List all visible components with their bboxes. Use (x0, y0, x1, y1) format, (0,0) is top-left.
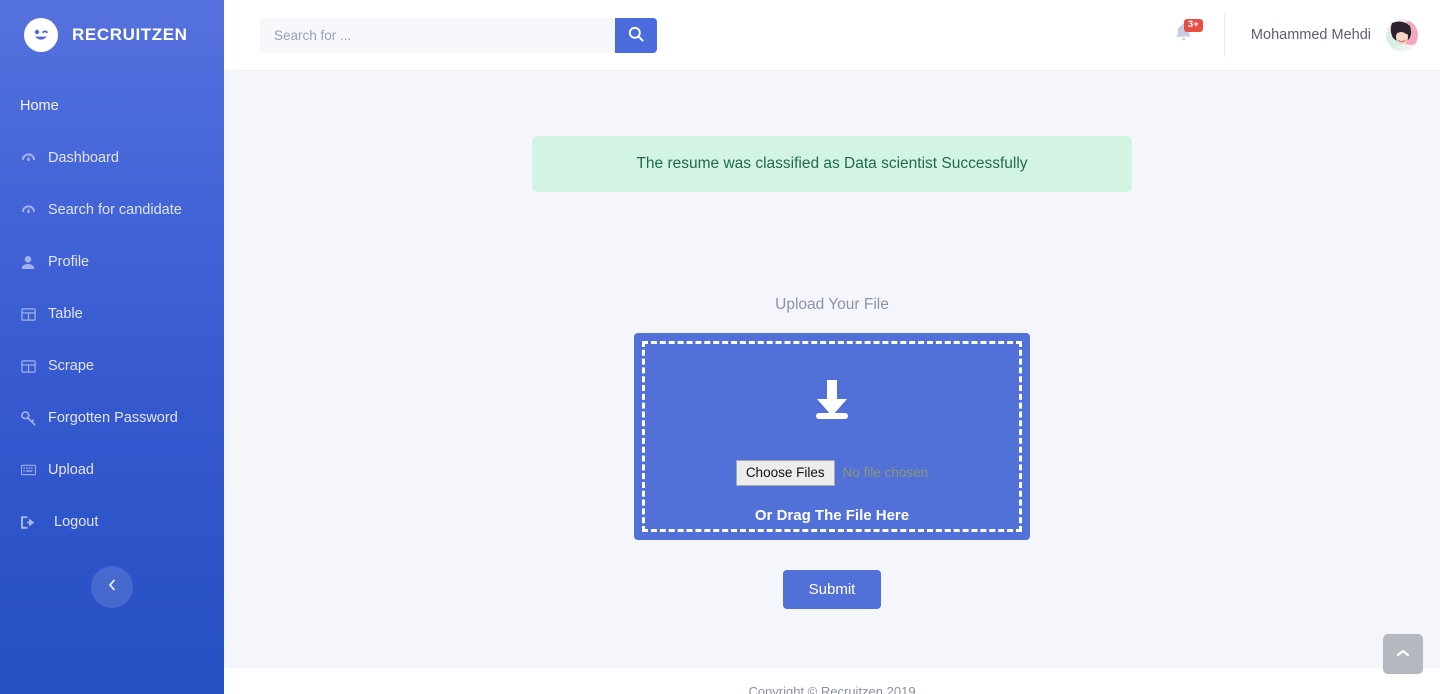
submit-wrap: Submit (224, 570, 1440, 609)
sidebar-item-label: Table (48, 305, 83, 322)
brand[interactable]: RECRUITZEN (0, 0, 224, 70)
notifications-badge: 3+ (1183, 19, 1203, 32)
no-file-chosen-label: No file chosen (842, 465, 929, 481)
header-right: 3+ Mohammed Mehdi (1162, 0, 1440, 70)
table-icon (18, 307, 38, 321)
top-header: 3+ Mohammed Mehdi (224, 0, 1440, 71)
search-button[interactable] (615, 17, 657, 53)
chevron-left-icon (106, 578, 118, 597)
sidebar-item-upload[interactable]: Upload (0, 444, 224, 496)
sidebar-item-scrape[interactable]: Scrape (0, 340, 224, 392)
sidebar-collapse-button[interactable] (91, 566, 133, 608)
sidebar-item-label: Scrape (48, 357, 94, 374)
drag-file-hint: Or Drag The File Here (754, 507, 910, 524)
file-drop-zone[interactable]: Choose Files No file chosen Or Drag The … (634, 333, 1030, 540)
status-alert: The resume was classified as Data scient… (532, 136, 1132, 192)
sidebar-item-forgotten-password[interactable]: Forgotten Password (0, 392, 224, 444)
file-drop-inner: Choose Files No file chosen Or Drag The … (642, 341, 1022, 532)
choose-files-button[interactable]: Choose Files (735, 460, 835, 486)
user-icon (18, 255, 38, 270)
brand-name: RECRUITZEN (72, 25, 188, 44)
avatar[interactable] (1386, 19, 1418, 51)
scroll-to-top-button[interactable] (1383, 634, 1423, 674)
chevron-up-icon (1396, 645, 1410, 663)
sidebar-item-label: Search for candidate (48, 201, 182, 218)
sidebar-item-table[interactable]: Table (0, 288, 224, 340)
upload-title: Upload Your File (775, 296, 889, 313)
user-name: Mohammed Mehdi (1250, 27, 1371, 43)
sidebar: RECRUITZEN Home Dashboard Search for can… (0, 0, 224, 694)
submit-button[interactable]: Submit (782, 570, 882, 609)
smiley-wink-icon (24, 18, 58, 52)
sidebar-item-dashboard[interactable]: Dashboard (0, 132, 224, 184)
sidebar-item-label: Upload (48, 461, 94, 478)
sidebar-item-label: Home (20, 97, 59, 114)
key-icon (18, 410, 38, 426)
sidebar-item-label: Profile (48, 253, 90, 270)
sidebar-item-search-for-candidate[interactable]: Search for candidate (0, 184, 224, 236)
sidebar-nav: Home Dashboard Search for candidate Prof… (0, 70, 224, 548)
upload-section: Upload Your File Choose Files No file ch… (224, 296, 1440, 609)
notifications-button[interactable]: 3+ (1162, 15, 1206, 55)
sidebar-item-label: Dashboard (48, 149, 119, 166)
sidebar-item-logout[interactable]: Logout (0, 496, 224, 548)
sidebar-collapse-wrap (0, 566, 224, 608)
sidebar-item-label: Logout (54, 513, 99, 530)
sidebar-item-label: Forgotten Password (48, 409, 178, 426)
search-input[interactable] (260, 17, 615, 53)
main-content: The resume was classified as Data scient… (224, 71, 1440, 694)
sidebar-item-profile[interactable]: Profile (0, 236, 224, 288)
download-arrow-icon (809, 374, 855, 427)
file-input-row: Choose Files No file chosen (735, 460, 929, 486)
status-alert-message: The resume was classified as Data scient… (636, 155, 1028, 172)
sign-out-icon (18, 515, 38, 530)
header-divider (1223, 13, 1225, 57)
tachometer-icon (18, 151, 38, 166)
sidebar-item-home[interactable]: Home (0, 80, 224, 132)
search-icon (628, 26, 644, 45)
footer-copyright: Copyright © Recruitzen 2019 (748, 684, 916, 694)
search-bar (260, 17, 657, 53)
app-root: RECRUITZEN Home Dashboard Search for can… (0, 0, 1440, 694)
footer: Copyright © Recruitzen 2019 (224, 668, 1440, 694)
tachometer-icon (18, 203, 38, 218)
keyboard-icon (18, 464, 38, 476)
table-icon (18, 359, 38, 373)
